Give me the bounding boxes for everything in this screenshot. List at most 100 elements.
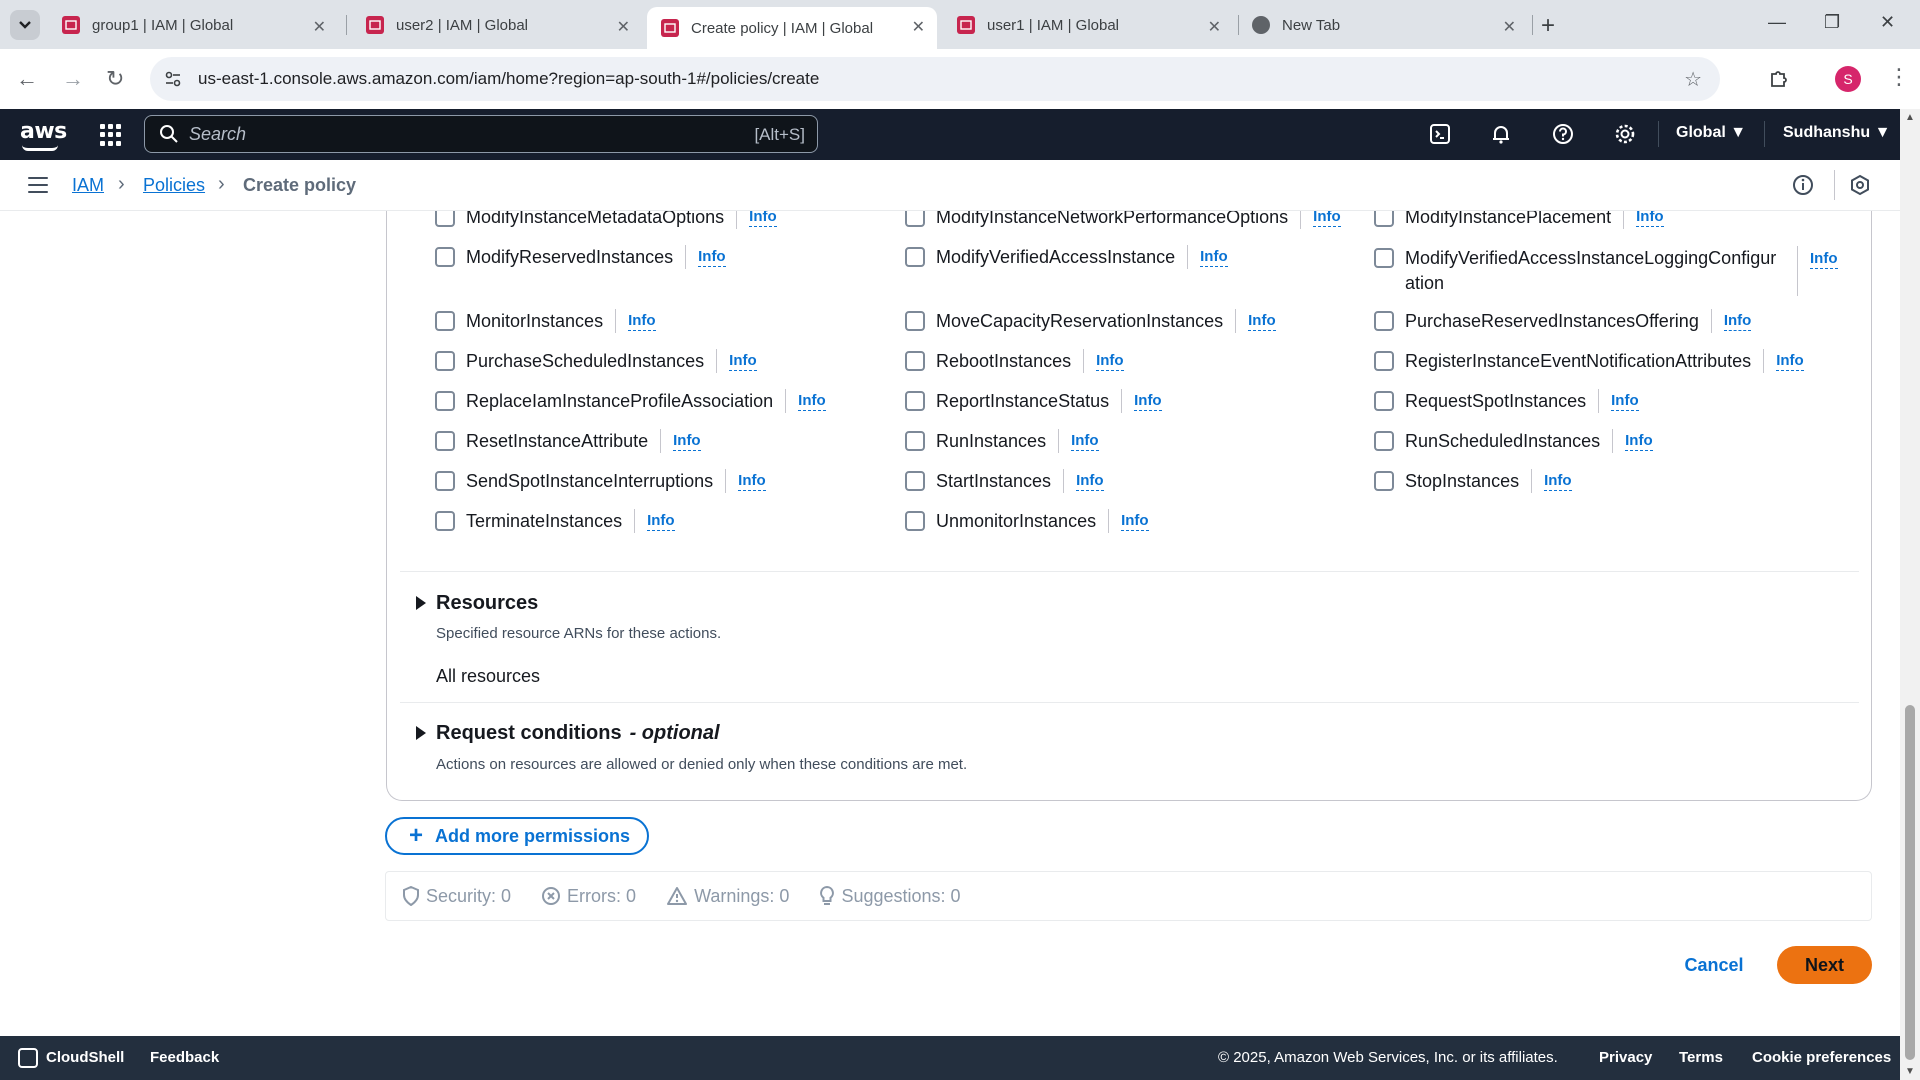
extensions-puzzle-icon[interactable] bbox=[1768, 66, 1792, 95]
tab-user2[interactable]: user2 | IAM | Global ✕ bbox=[352, 7, 642, 43]
info-link[interactable]: Info bbox=[628, 312, 656, 331]
action-item[interactable]: StartInstances Info bbox=[905, 466, 1104, 496]
action-checkbox[interactable] bbox=[905, 351, 925, 371]
action-checkbox[interactable] bbox=[435, 247, 455, 267]
forward-arrow-icon[interactable]: → bbox=[62, 66, 84, 92]
browser-menu-icon[interactable]: ⋮ bbox=[1888, 64, 1910, 90]
action-checkbox[interactable] bbox=[905, 391, 925, 411]
region-selector[interactable]: Global ▼ bbox=[1676, 124, 1746, 142]
close-tab-icon[interactable]: ✕ bbox=[1503, 17, 1516, 37]
cancel-button[interactable]: Cancel bbox=[1676, 946, 1752, 984]
action-checkbox[interactable] bbox=[1374, 248, 1394, 268]
action-checkbox[interactable] bbox=[435, 211, 455, 227]
notifications-bell-icon[interactable] bbox=[1489, 122, 1513, 146]
profile-avatar[interactable]: S bbox=[1835, 66, 1861, 92]
restore-icon[interactable]: ❐ bbox=[1824, 12, 1840, 33]
info-link[interactable]: Info bbox=[1723, 312, 1752, 331]
info-link[interactable]: Info bbox=[673, 432, 701, 451]
settings-gear-icon[interactable] bbox=[1613, 122, 1637, 146]
action-checkbox[interactable] bbox=[1374, 311, 1394, 331]
action-item[interactable]: SendSpotInstanceInterruptions Info bbox=[435, 466, 766, 496]
tab-create-policy[interactable]: Create policy | IAM | Global ✕ bbox=[647, 7, 937, 49]
warnings-count[interactable]: Warnings: 0 bbox=[666, 886, 789, 907]
action-item[interactable]: ResetInstanceAttribute Info bbox=[435, 426, 701, 456]
action-checkbox[interactable] bbox=[905, 431, 925, 451]
action-checkbox[interactable] bbox=[905, 311, 925, 331]
action-checkbox[interactable] bbox=[435, 511, 455, 531]
action-item[interactable]: PurchaseScheduledInstances Info bbox=[435, 346, 757, 376]
action-checkbox[interactable] bbox=[905, 211, 925, 227]
action-item[interactable]: RegisterInstanceEventNotificationAttribu… bbox=[1374, 346, 1804, 376]
action-item[interactable]: RunScheduledInstances Info bbox=[1374, 426, 1653, 456]
action-item[interactable]: ModifyInstancePlacement Info bbox=[1374, 211, 1664, 232]
tab-group1[interactable]: group1 | IAM | Global ✕ bbox=[48, 7, 338, 43]
action-checkbox[interactable] bbox=[1374, 211, 1394, 227]
close-window-icon[interactable]: ✕ bbox=[1880, 12, 1895, 33]
breadcrumb-iam[interactable]: IAM bbox=[72, 175, 104, 196]
back-arrow-icon[interactable]: ← bbox=[16, 66, 38, 92]
action-checkbox[interactable] bbox=[435, 351, 455, 371]
info-link[interactable]: Info bbox=[729, 352, 757, 371]
request-conditions-heading[interactable]: Request conditions - optional bbox=[436, 722, 720, 745]
terms-link[interactable]: Terms bbox=[1679, 1049, 1723, 1066]
scroll-up-arrow-icon[interactable]: ▲ bbox=[1905, 112, 1915, 123]
tab-user1[interactable]: user1 | IAM | Global ✕ bbox=[943, 7, 1233, 43]
info-link[interactable]: Info bbox=[1636, 211, 1664, 227]
action-item[interactable]: ModifyInstanceMetadataOptions Info bbox=[435, 211, 777, 232]
console-search-input[interactable]: Search [Alt+S] bbox=[144, 115, 818, 153]
action-item[interactable]: MonitorInstances Info bbox=[435, 306, 656, 336]
info-link[interactable]: Info bbox=[1625, 432, 1653, 451]
close-tab-icon[interactable]: ✕ bbox=[313, 17, 326, 37]
action-item[interactable]: RebootInstances Info bbox=[905, 346, 1124, 376]
action-checkbox[interactable] bbox=[435, 471, 455, 491]
action-checkbox[interactable] bbox=[1374, 351, 1394, 371]
info-link[interactable]: Info bbox=[1810, 250, 1838, 269]
action-item[interactable]: RequestSpotInstances Info bbox=[1374, 386, 1639, 416]
action-checkbox[interactable] bbox=[435, 391, 455, 411]
action-checkbox[interactable] bbox=[905, 511, 925, 531]
expand-caret-icon[interactable] bbox=[416, 596, 426, 610]
action-checkbox[interactable] bbox=[1374, 431, 1394, 451]
action-item[interactable]: ReplaceIamInstanceProfileAssociation Info bbox=[435, 386, 826, 416]
action-item[interactable]: UnmonitorInstances Info bbox=[905, 506, 1149, 536]
action-checkbox[interactable] bbox=[905, 471, 925, 491]
new-tab-plus-icon[interactable]: + bbox=[1541, 12, 1555, 40]
expand-caret-icon[interactable] bbox=[416, 726, 426, 740]
action-item[interactable]: MoveCapacityReservationInstances Info bbox=[905, 306, 1276, 336]
info-link[interactable]: Info bbox=[1776, 352, 1804, 371]
errors-count[interactable]: Errors: 0 bbox=[541, 886, 636, 907]
action-item[interactable]: RunInstances Info bbox=[905, 426, 1099, 456]
activity-hexagon-icon[interactable] bbox=[1849, 174, 1871, 201]
action-item[interactable]: ReportInstanceStatus Info bbox=[905, 386, 1162, 416]
info-link[interactable]: Info bbox=[1121, 512, 1149, 531]
close-tab-icon[interactable]: ✕ bbox=[617, 17, 630, 37]
info-link[interactable]: Info bbox=[738, 472, 766, 491]
info-link[interactable]: Info bbox=[1313, 211, 1341, 227]
close-tab-icon[interactable]: ✕ bbox=[1208, 17, 1221, 37]
info-link[interactable]: Info bbox=[1071, 432, 1099, 451]
add-more-permissions-button[interactable]: + Add more permissions bbox=[385, 817, 649, 855]
action-item[interactable]: StopInstances Info bbox=[1374, 466, 1572, 496]
minimize-icon[interactable]: — bbox=[1768, 12, 1786, 33]
resources-heading[interactable]: Resources bbox=[436, 592, 538, 615]
bookmark-star-icon[interactable]: ☆ bbox=[1684, 67, 1702, 92]
action-checkbox[interactable] bbox=[905, 247, 925, 267]
scroll-down-arrow-icon[interactable]: ▼ bbox=[1905, 1066, 1915, 1077]
account-menu[interactable]: Sudhanshu ▼ bbox=[1783, 124, 1890, 142]
reload-icon[interactable]: ↻ bbox=[106, 66, 124, 92]
close-tab-icon[interactable]: ✕ bbox=[912, 17, 925, 37]
next-button[interactable]: Next bbox=[1777, 946, 1872, 984]
info-link[interactable]: Info bbox=[1544, 472, 1572, 491]
info-circle-icon[interactable] bbox=[1792, 174, 1814, 201]
action-item[interactable]: ModifyReservedInstances Info bbox=[435, 242, 726, 272]
info-link[interactable]: Info bbox=[698, 248, 726, 267]
cookie-preferences-link[interactable]: Cookie preferences bbox=[1752, 1049, 1891, 1066]
info-link[interactable]: Info bbox=[1096, 352, 1124, 371]
cloudshell-link[interactable]: CloudShell bbox=[46, 1049, 124, 1066]
suggestions-count[interactable]: Suggestions: 0 bbox=[819, 885, 961, 907]
feedback-link[interactable]: Feedback bbox=[150, 1049, 219, 1066]
info-link[interactable]: Info bbox=[1134, 392, 1162, 411]
info-link[interactable]: Info bbox=[647, 512, 675, 531]
side-nav-menu-icon[interactable] bbox=[28, 177, 48, 193]
action-item[interactable]: PurchaseReservedInstancesOffering Info bbox=[1374, 306, 1752, 336]
